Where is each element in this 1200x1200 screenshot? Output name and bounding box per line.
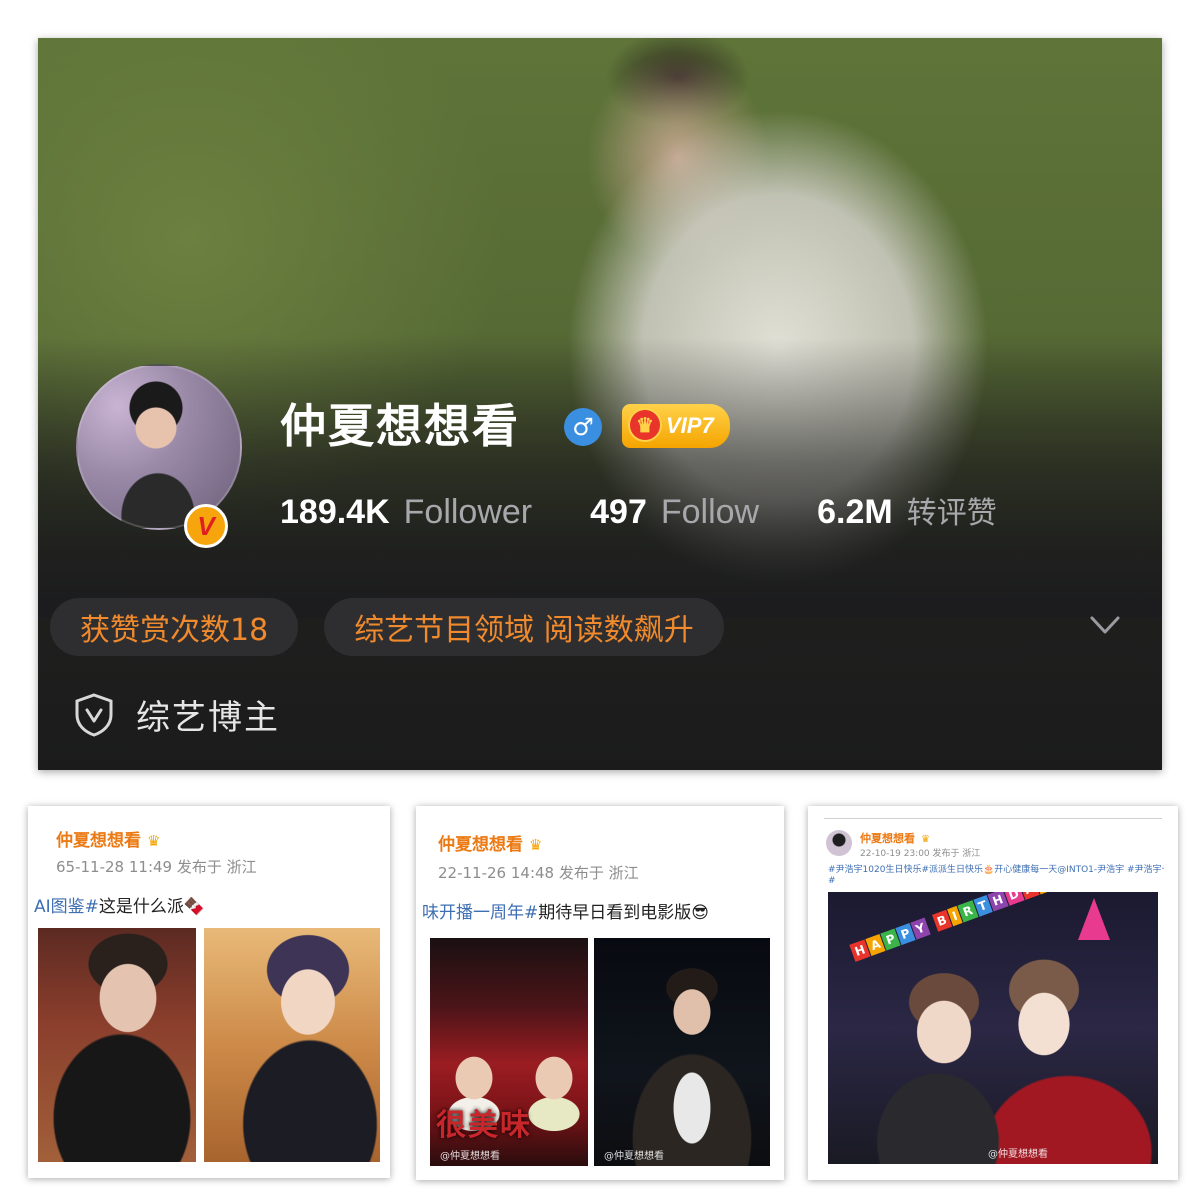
- username: 仲夏想想看: [280, 399, 520, 453]
- profile-stats: 189.4K Follower 497 Follow 6.2M 转评赞: [280, 488, 1055, 532]
- post-card[interactable]: 仲夏想想看 ♛ 22-10-19 23:00 发布于 浙江 #尹浩宇1020生日快…: [808, 806, 1178, 1180]
- watermark: @仲夏想想看: [604, 1151, 664, 1162]
- chevron-down-icon[interactable]: [1088, 608, 1122, 642]
- post-image[interactable]: [38, 928, 196, 1162]
- post-card[interactable]: 仲夏想想看 ♛ 22-11-26 14:48 发布于 浙江 味开播一周年#期待早日…: [416, 806, 784, 1180]
- post-author[interactable]: 仲夏想想看 ♛: [56, 826, 160, 851]
- post-hashtag[interactable]: AI图鉴#: [34, 897, 99, 917]
- stat-following[interactable]: 497 Follow: [590, 493, 759, 532]
- post-author-name: 仲夏想想看: [438, 835, 523, 855]
- avatar[interactable]: [826, 830, 852, 856]
- post-author[interactable]: 仲夏想想看 ♛: [860, 830, 930, 846]
- stat-label: Follow: [660, 493, 760, 531]
- achievement-tags: 获赞赏次数18 综艺节目领域 阅读数飙升: [50, 598, 750, 656]
- watermark: @仲夏想想看: [440, 1151, 500, 1162]
- post-image[interactable]: [204, 928, 380, 1162]
- post-hashtag[interactable]: 味开播一周年#: [422, 903, 538, 923]
- post-meta: 65-11-28 11:49 发布于 浙江: [56, 858, 257, 876]
- post-author-name: 仲夏想想看: [860, 832, 915, 845]
- crown-icon: ♛: [921, 834, 930, 845]
- post-author[interactable]: 仲夏想想看 ♛: [438, 830, 542, 855]
- post-image[interactable]: @仲夏想想看: [594, 938, 770, 1166]
- stat-followers[interactable]: 189.4K Follower: [280, 493, 532, 532]
- vip-badge[interactable]: ♛ VIP7: [622, 404, 730, 448]
- post-text: #尹浩宇1020生日快乐#派派生日快乐🎂开心健康每一天@INTO1-尹浩宇 #尹…: [828, 865, 1164, 875]
- party-hat-icon: [1078, 898, 1110, 940]
- post-author-name: 仲夏想想看: [56, 831, 141, 851]
- post-meta: 22-10-19 23:00 发布于 浙江: [860, 849, 981, 859]
- post-body: 这是什么派🍫: [98, 897, 206, 917]
- role-label: 综艺博主: [136, 698, 280, 738]
- tag-reward-count[interactable]: 获赞赏次数18: [50, 598, 299, 656]
- shield-v-icon: [75, 692, 113, 737]
- stat-value: 6.2M: [817, 493, 893, 531]
- vip-label: VIP7: [666, 413, 714, 438]
- poster-title: 很美味: [436, 1108, 532, 1143]
- stat-interactions[interactable]: 6.2M 转评赞: [817, 488, 997, 532]
- post-body: 期待早日看到电影版😎: [538, 903, 709, 923]
- stat-label: 转评赞: [906, 496, 997, 531]
- post-image[interactable]: HAPPY BIRTHDAY @仲夏想想看: [828, 892, 1158, 1164]
- post-meta: 22-11-26 14:48 发布于 浙江: [438, 864, 639, 882]
- post-text: AI图鉴#这是什么派🍫: [34, 892, 205, 917]
- tag-variety-domain[interactable]: 综艺节目领域 阅读数飙升: [324, 598, 724, 656]
- crown-icon: ♛: [628, 408, 662, 442]
- creator-role[interactable]: 综艺博主: [74, 690, 280, 739]
- male-gender-icon: ♂: [564, 408, 602, 446]
- stat-value: 189.4K: [280, 493, 390, 531]
- post-image[interactable]: 很美味 @仲夏想想看: [430, 938, 588, 1166]
- divider: [824, 818, 1162, 819]
- avatar[interactable]: [76, 364, 242, 530]
- stat-label: Follower: [403, 493, 533, 531]
- post-text: 味开播一周年#期待早日看到电影版😎: [422, 898, 709, 923]
- post-text-continued: #: [828, 876, 836, 886]
- watermark: @仲夏想想看: [988, 1149, 1048, 1160]
- crown-icon: ♛: [147, 832, 161, 850]
- birthday-banner: HAPPY BIRTHDAY: [849, 892, 1055, 962]
- post-card[interactable]: 仲夏想想看 ♛ 65-11-28 11:49 发布于 浙江 AI图鉴#这是什么派🍫: [28, 806, 390, 1178]
- profile-card: V 仲夏想想看 ♂ ♛ VIP7 189.4K Follower 497 Fol…: [38, 38, 1162, 770]
- stat-value: 497: [590, 493, 647, 531]
- verified-v-badge-icon: V: [184, 504, 228, 548]
- crown-icon: ♛: [529, 836, 543, 854]
